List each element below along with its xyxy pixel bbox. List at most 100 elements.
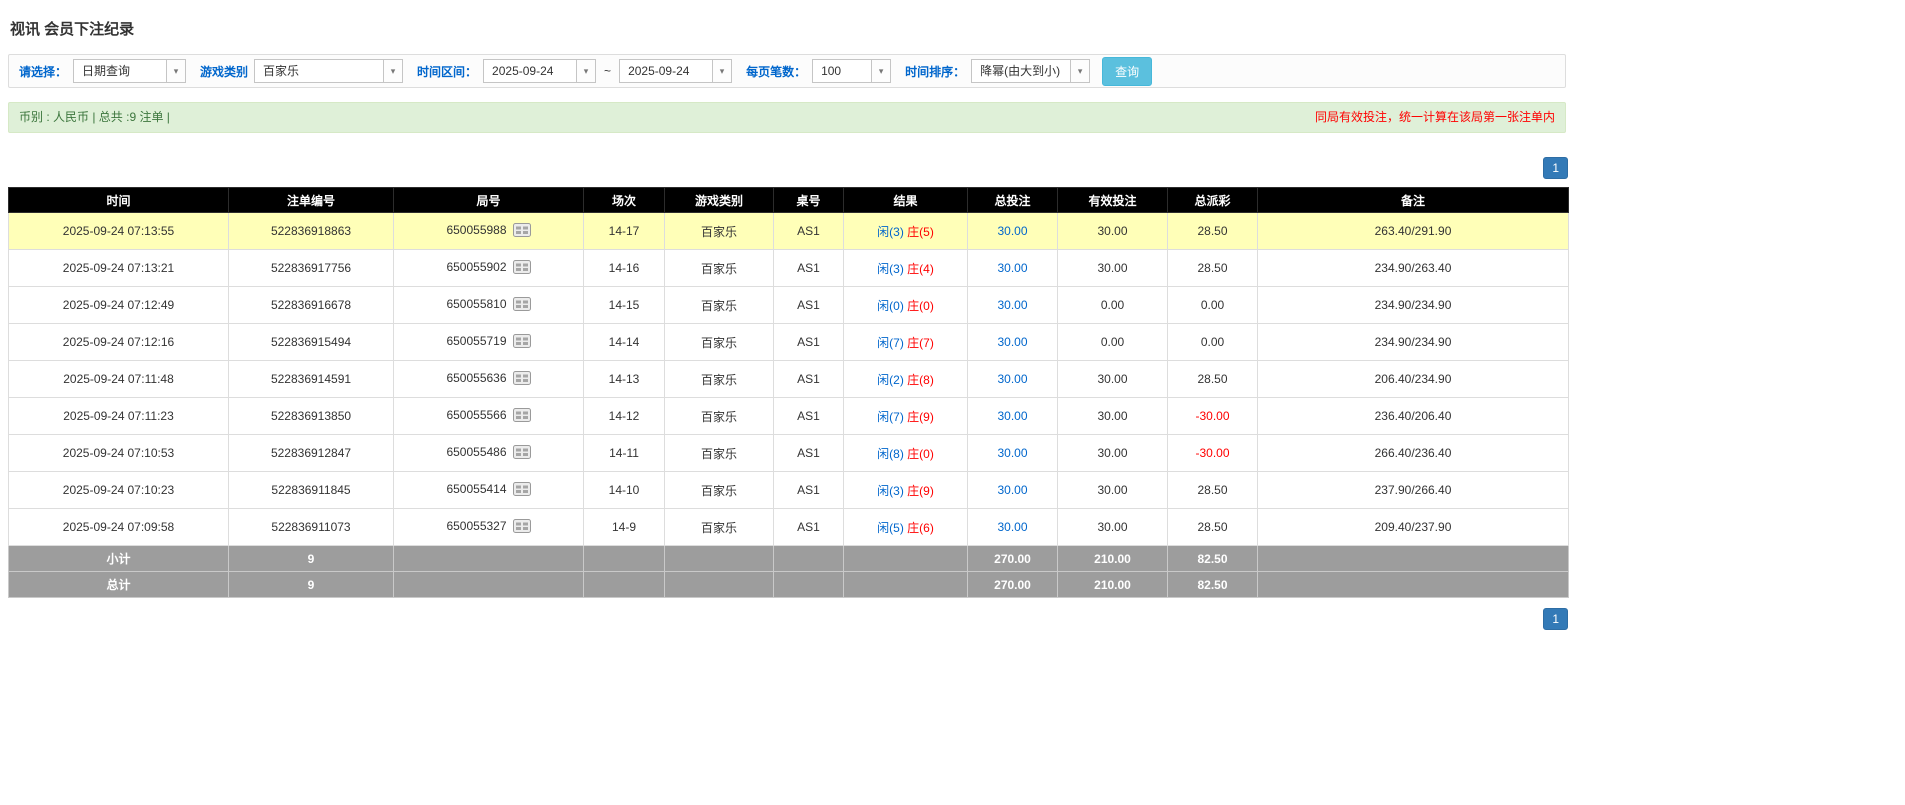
cell-total-bet: 30.00 <box>967 360 1058 398</box>
cell-remark: 263.40/291.90 <box>1257 212 1569 250</box>
round-detail-icon[interactable] <box>512 444 531 462</box>
round-detail-icon[interactable] <box>512 259 531 277</box>
cell-bet-id: 522836915494 <box>228 323 394 361</box>
header-valid-bet: 有效投注 <box>1057 187 1168 213</box>
chevron-down-icon[interactable]: ▾ <box>871 60 891 82</box>
game-type-select[interactable]: 百家乐 ▾ <box>254 59 404 83</box>
cell-result: 闲(5) 庄(6) <box>843 508 968 546</box>
total-bet-link[interactable]: 30.00 <box>997 409 1027 423</box>
cell-session: 14-16 <box>583 249 665 287</box>
cell-empty <box>1257 545 1569 572</box>
page-number-button[interactable]: 1 <box>1543 157 1568 179</box>
date-to-value: 2025-09-24 <box>628 64 690 78</box>
cell-session: 14-10 <box>583 471 665 509</box>
cell-game-type: 百家乐 <box>664 397 774 435</box>
round-detail-icon[interactable] <box>512 222 531 240</box>
result-player: 闲(0) <box>877 298 904 313</box>
page-number-button[interactable]: 1 <box>1543 608 1568 630</box>
total-payout: 82.50 <box>1167 571 1258 598</box>
total-bet-link[interactable]: 30.00 <box>997 335 1027 349</box>
cell-empty <box>583 545 665 572</box>
cell-total-bet: 30.00 <box>967 323 1058 361</box>
chevron-down-icon[interactable]: ▾ <box>712 60 732 82</box>
chevron-down-icon[interactable]: ▾ <box>383 60 403 82</box>
page-size-select[interactable]: 100 ▾ <box>812 59 892 83</box>
cell-time: 2025-09-24 07:13:21 <box>8 249 229 287</box>
cell-remark: 236.40/206.40 <box>1257 397 1569 435</box>
sort-order-select[interactable]: 降幂(由大到小) ▾ <box>971 59 1091 83</box>
chevron-down-icon[interactable]: ▾ <box>1070 60 1090 82</box>
cell-time: 2025-09-24 07:09:58 <box>8 508 229 546</box>
result-banker: 庄(4) <box>907 261 934 276</box>
cell-table-no: AS1 <box>773 286 844 324</box>
summary-bar: 币别 : 人民币 | 总共 :9 注单 | 同局有效投注，统一计算在该局第一张注… <box>8 102 1566 133</box>
round-detail-icon[interactable] <box>512 407 531 425</box>
round-detail-icon[interactable] <box>512 296 531 314</box>
cell-result: 闲(3) 庄(5) <box>843 212 968 250</box>
result-banker: 庄(5) <box>907 224 934 239</box>
cell-payout: -30.00 <box>1167 397 1258 435</box>
header-total-bet: 总投注 <box>967 187 1058 213</box>
pagination-top: 1 <box>8 157 1568 179</box>
header-round-id: 局号 <box>393 187 584 213</box>
table-row: 2025-09-24 07:13:21 522836917756 650055902… <box>8 249 1569 287</box>
cell-game-type: 百家乐 <box>664 249 774 287</box>
date-from-value: 2025-09-24 <box>492 64 554 78</box>
total-total-bet: 270.00 <box>967 571 1058 598</box>
summary-currency-count: 币别 : 人民币 | 总共 :9 注单 | <box>19 110 170 124</box>
cell-total-bet: 30.00 <box>967 471 1058 509</box>
cell-total-bet: 30.00 <box>967 434 1058 472</box>
cell-time: 2025-09-24 07:13:55 <box>8 212 229 250</box>
result-banker: 庄(9) <box>907 409 934 424</box>
total-bet-link[interactable]: 30.00 <box>997 520 1027 534</box>
chevron-down-icon[interactable]: ▾ <box>576 60 596 82</box>
cell-empty <box>664 545 774 572</box>
cell-round-id: 650055327 <box>393 508 584 546</box>
date-from-select[interactable]: 2025-09-24 ▾ <box>483 59 597 83</box>
cell-total-bet: 30.00 <box>967 508 1058 546</box>
result-banker: 庄(6) <box>907 520 934 535</box>
game-type-value: 百家乐 <box>263 64 300 78</box>
cell-bet-id: 522836917756 <box>228 249 394 287</box>
cell-round-id: 650055988 <box>393 212 584 250</box>
header-result: 结果 <box>843 187 968 213</box>
chevron-down-icon[interactable]: ▾ <box>166 60 186 82</box>
result-banker: 庄(0) <box>907 298 934 313</box>
result-banker: 庄(7) <box>907 335 934 350</box>
header-bet-id: 注单编号 <box>228 187 394 213</box>
round-detail-icon[interactable] <box>512 518 531 536</box>
cell-session: 14-11 <box>583 434 665 472</box>
total-bet-link[interactable]: 30.00 <box>997 224 1027 238</box>
cell-result: 闲(3) 庄(4) <box>843 249 968 287</box>
cell-valid-bet: 0.00 <box>1057 323 1168 361</box>
round-id-text: 650055810 <box>446 296 507 311</box>
cell-total-bet: 30.00 <box>967 397 1058 435</box>
cell-table-no: AS1 <box>773 397 844 435</box>
total-bet-link[interactable]: 30.00 <box>997 483 1027 497</box>
total-bet-link[interactable]: 30.00 <box>997 372 1027 386</box>
query-type-select[interactable]: 日期查询 ▾ <box>73 59 187 83</box>
filter-bar: 请选择： 日期查询 ▾ 游戏类别 百家乐 ▾ 时间区间： 2025-09-24 … <box>8 54 1566 88</box>
date-to-select[interactable]: 2025-09-24 ▾ <box>619 59 733 83</box>
cell-result: 闲(2) 庄(8) <box>843 360 968 398</box>
table-row: 2025-09-24 07:12:16 522836915494 650055719… <box>8 323 1569 361</box>
round-detail-icon[interactable] <box>512 333 531 351</box>
cell-table-no: AS1 <box>773 471 844 509</box>
cell-empty <box>843 571 968 598</box>
round-id-text: 650055719 <box>446 333 507 348</box>
cell-remark: 234.90/234.90 <box>1257 323 1569 361</box>
round-id-text: 650055327 <box>446 518 507 533</box>
total-bet-link[interactable]: 30.00 <box>997 261 1027 275</box>
round-detail-icon[interactable] <box>512 481 531 499</box>
result-player: 闲(3) <box>877 224 904 239</box>
cell-time: 2025-09-24 07:12:49 <box>8 286 229 324</box>
cell-result: 闲(7) 庄(9) <box>843 397 968 435</box>
round-detail-icon[interactable] <box>512 370 531 388</box>
header-remark: 备注 <box>1257 187 1569 213</box>
cell-time: 2025-09-24 07:10:23 <box>8 471 229 509</box>
search-button[interactable]: 查询 <box>1102 56 1153 86</box>
cell-valid-bet: 30.00 <box>1057 360 1168 398</box>
total-bet-link[interactable]: 30.00 <box>997 446 1027 460</box>
total-bet-link[interactable]: 30.00 <box>997 298 1027 312</box>
total-row: 总计 9 270.00 210.00 82.50 <box>8 571 1569 598</box>
